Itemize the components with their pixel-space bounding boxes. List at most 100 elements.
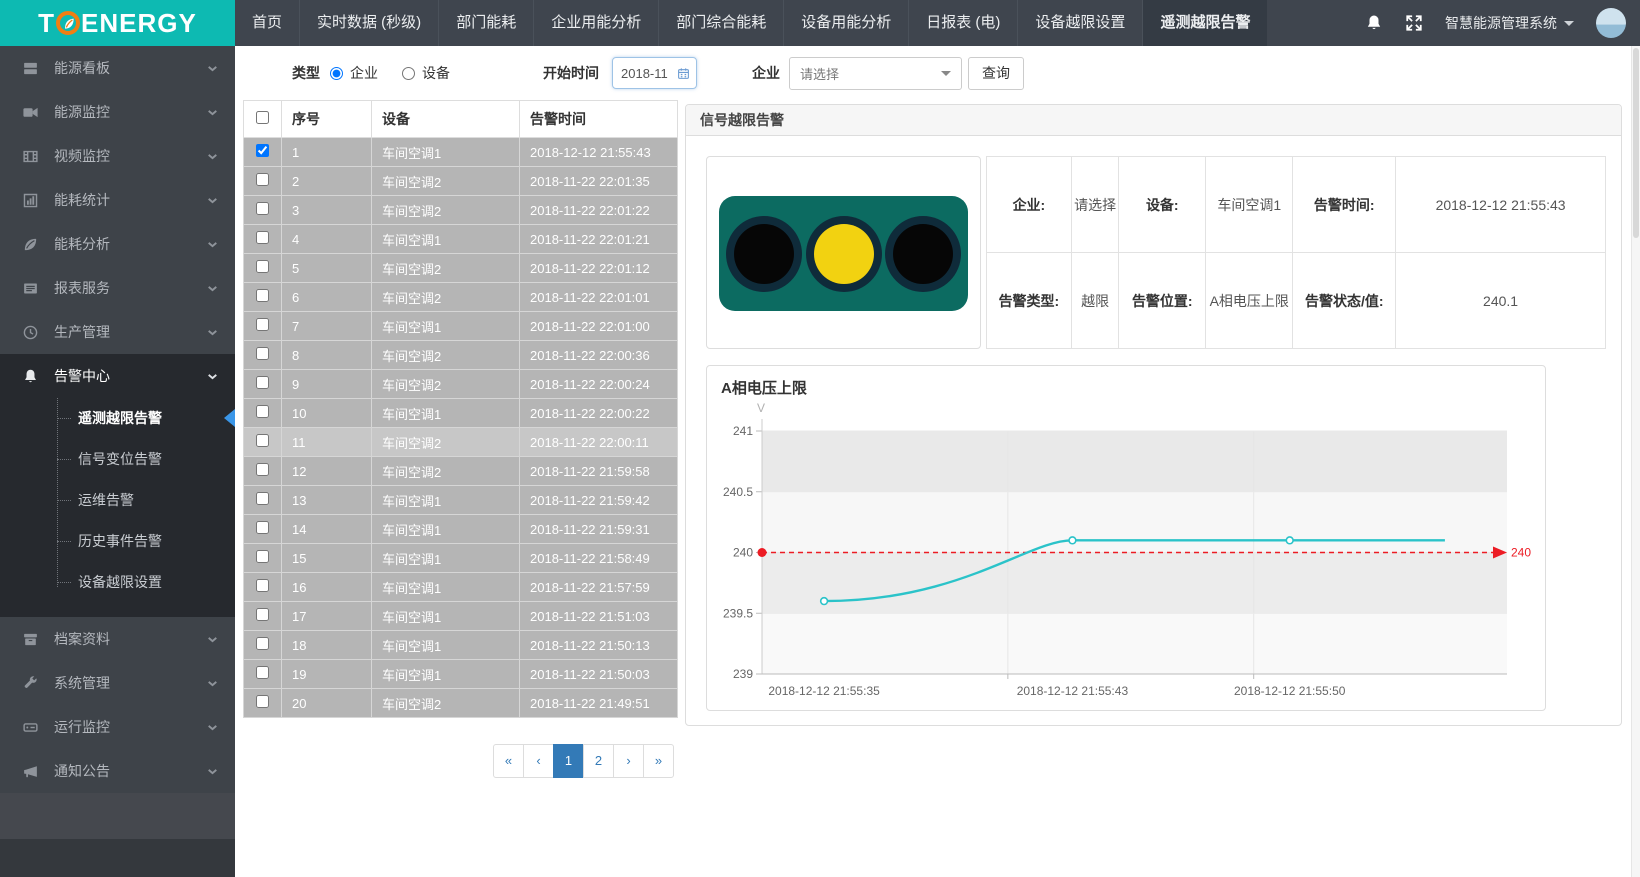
nav-item[interactable]: 企业用能分析 — [533, 0, 658, 46]
sidebar-item[interactable]: 能耗统计 — [0, 178, 235, 222]
row-checkbox[interactable] — [256, 347, 269, 360]
sidebar-item[interactable]: 能源看板 — [0, 46, 235, 90]
row-checkbox[interactable] — [256, 318, 269, 331]
table-row[interactable]: 9车间空调22018-11-22 22:00:24 — [244, 370, 678, 399]
row-checkbox[interactable] — [256, 695, 269, 708]
sidebar-subitem[interactable]: 历史事件告警 — [0, 521, 235, 562]
table-row[interactable]: 18车间空调12018-11-22 21:50:13 — [244, 631, 678, 660]
type-radio-option[interactable]: 设备 — [402, 63, 450, 83]
table-row[interactable]: 4车间空调12018-11-22 22:01:21 — [244, 225, 678, 254]
page-button[interactable]: » — [643, 744, 674, 778]
row-checkbox[interactable] — [256, 521, 269, 534]
page-button[interactable]: › — [613, 744, 644, 778]
row-checkbox[interactable] — [256, 405, 269, 418]
row-checkbox[interactable] — [256, 260, 269, 273]
row-checkbox[interactable] — [256, 550, 269, 563]
nav-item[interactable]: 设备越限设置 — [1017, 0, 1142, 46]
page-button[interactable]: 2 — [583, 744, 614, 778]
table-row[interactable]: 11车间空调22018-11-22 22:00:11 — [244, 428, 678, 457]
sidebar-subitem[interactable]: 设备越限设置 — [0, 562, 235, 603]
row-checkbox[interactable] — [256, 579, 269, 592]
table-row[interactable]: 16车间空调12018-11-22 21:57:59 — [244, 573, 678, 602]
type-radio[interactable] — [402, 67, 415, 80]
row-checkbox[interactable] — [256, 492, 269, 505]
nav-item[interactable]: 遥测越限告警 — [1142, 0, 1267, 46]
page-button[interactable]: ‹ — [523, 744, 554, 778]
sidebar-item[interactable]: 系统管理 — [0, 661, 235, 705]
nav-item[interactable]: 实时数据 (秒级) — [299, 0, 438, 46]
select-all-checkbox[interactable] — [256, 111, 269, 124]
notification-bell-icon[interactable] — [1365, 14, 1383, 32]
sidebar-item[interactable]: 通知公告 — [0, 749, 235, 793]
row-checkbox[interactable] — [256, 173, 269, 186]
row-checkbox-cell — [244, 428, 282, 457]
row-time-cell: 2018-11-22 21:59:31 — [520, 515, 678, 544]
page-scrollbar[interactable] — [1631, 46, 1640, 877]
page-button[interactable]: « — [493, 744, 524, 778]
traffic-light — [719, 196, 968, 311]
sidebar-subitem[interactable]: 信号变位告警 — [0, 439, 235, 480]
page-button[interactable]: 1 — [553, 744, 584, 778]
row-num-cell: 8 — [282, 341, 372, 370]
table-row[interactable]: 12车间空调22018-11-22 21:59:58 — [244, 457, 678, 486]
type-radio[interactable] — [330, 67, 343, 80]
table-row[interactable]: 17车间空调12018-11-22 21:51:03 — [244, 602, 678, 631]
sidebar-item[interactable]: 档案资料 — [0, 617, 235, 661]
row-checkbox[interactable] — [256, 231, 269, 244]
table-row[interactable]: 5车间空调22018-11-22 22:01:12 — [244, 254, 678, 283]
sidebar-item[interactable]: 生产管理 — [0, 310, 235, 354]
row-checkbox[interactable] — [256, 289, 269, 302]
svg-text:2018-12-12 21:55:50: 2018-12-12 21:55:50 — [1234, 684, 1346, 698]
table-row[interactable]: 10车间空调12018-11-22 22:00:22 — [244, 399, 678, 428]
sidebar-item[interactable]: 视频监控 — [0, 134, 235, 178]
table-row[interactable]: 2车间空调22018-11-22 22:01:35 — [244, 167, 678, 196]
row-checkbox[interactable] — [256, 202, 269, 215]
row-checkbox[interactable] — [256, 434, 269, 447]
nav-item[interactable]: 部门综合能耗 — [658, 0, 783, 46]
sidebar-item[interactable]: 能耗分析 — [0, 222, 235, 266]
query-button[interactable]: 查询 — [968, 57, 1024, 90]
nav-item[interactable]: 首页 — [235, 0, 299, 46]
fullscreen-icon[interactable] — [1405, 14, 1423, 32]
nav-item[interactable]: 设备用能分析 — [783, 0, 908, 46]
row-time-cell: 2018-11-22 21:51:03 — [520, 602, 678, 631]
sidebar-subitem[interactable]: 运维告警 — [0, 480, 235, 521]
calendar-icon[interactable] — [677, 66, 690, 81]
row-checkbox[interactable] — [256, 376, 269, 389]
table-row[interactable]: 14车间空调12018-11-22 21:59:31 — [244, 515, 678, 544]
user-avatar[interactable] — [1596, 8, 1626, 38]
row-checkbox[interactable] — [256, 144, 269, 157]
row-checkbox[interactable] — [256, 463, 269, 476]
row-checkbox[interactable] — [256, 608, 269, 621]
sidebar-item[interactable]: 运行监控 — [0, 705, 235, 749]
nav-item[interactable]: 部门能耗 — [438, 0, 533, 46]
row-checkbox-cell — [244, 544, 282, 573]
row-checkbox-cell — [244, 341, 282, 370]
sidebar-subitem[interactable]: 遥测越限告警 — [0, 398, 235, 439]
table-row[interactable]: 13车间空调12018-11-22 21:59:42 — [244, 486, 678, 515]
row-time-cell: 2018-11-22 22:00:36 — [520, 341, 678, 370]
table-row[interactable]: 20车间空调22018-11-22 21:49:51 — [244, 689, 678, 718]
table-row[interactable]: 3车间空调22018-11-22 22:01:22 — [244, 196, 678, 225]
svg-text:240: 240 — [733, 546, 753, 560]
table-row[interactable]: 1车间空调12018-12-12 21:55:43 — [244, 138, 678, 167]
row-checkbox[interactable] — [256, 666, 269, 679]
sidebar-item[interactable]: 能源监控 — [0, 90, 235, 134]
scrollbar-thumb[interactable] — [1633, 48, 1639, 238]
table-row[interactable]: 6车间空调22018-11-22 22:01:01 — [244, 283, 678, 312]
sidebar-item[interactable]: 报表服务 — [0, 266, 235, 310]
table-row[interactable]: 7车间空调12018-11-22 22:01:00 — [244, 312, 678, 341]
type-radio-option[interactable]: 企业 — [330, 63, 378, 83]
row-checkbox[interactable] — [256, 637, 269, 650]
sidebar-item-label: 能源看板 — [54, 58, 110, 78]
sidebar: 能源看板能源监控视频监控能耗统计能耗分析报表服务生产管理告警中心遥测越限告警信号… — [0, 46, 235, 877]
nav-item[interactable]: 日报表 (电) — [908, 0, 1017, 46]
enterprise-select[interactable]: 请选择 — [789, 57, 962, 90]
table-row[interactable]: 15车间空调12018-11-22 21:58:49 — [244, 544, 678, 573]
info-value: 240.1 — [1396, 253, 1606, 349]
table-row[interactable]: 8车间空调22018-11-22 22:00:36 — [244, 341, 678, 370]
sidebar-item[interactable]: 告警中心 — [0, 354, 235, 398]
start-time-input[interactable] — [621, 66, 677, 81]
system-name-menu[interactable]: 智慧能源管理系统 — [1445, 13, 1574, 33]
table-row[interactable]: 19车间空调12018-11-22 21:50:03 — [244, 660, 678, 689]
